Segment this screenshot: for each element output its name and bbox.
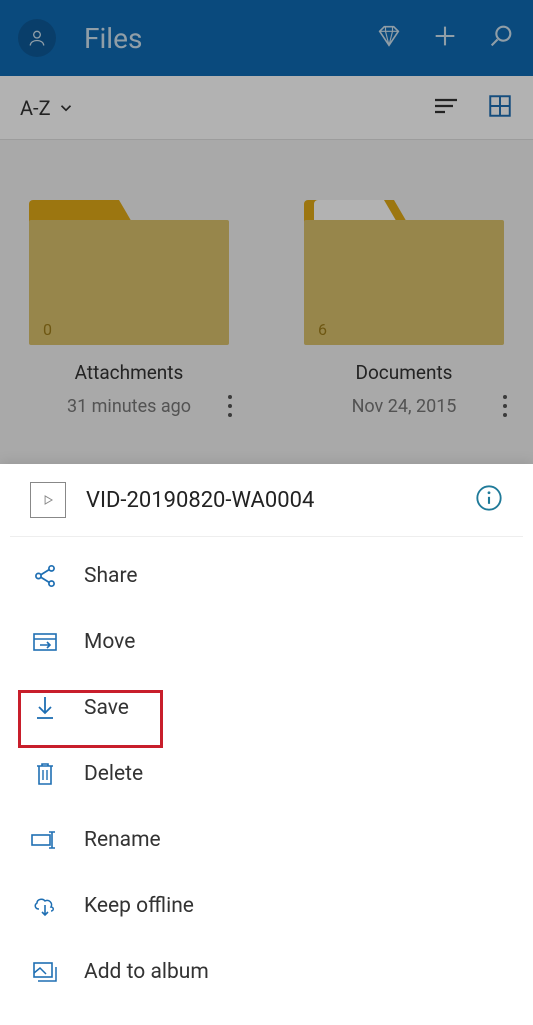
info-icon <box>475 484 503 512</box>
sheet-title: VID-20190820-WA0004 <box>86 488 475 513</box>
share-label: Share <box>84 564 138 588</box>
add-to-album-action[interactable]: Add to album <box>0 939 533 1005</box>
move-label: Move <box>84 630 135 654</box>
delete-action[interactable]: Delete <box>0 741 533 807</box>
play-icon <box>41 493 55 507</box>
share-action[interactable]: Share <box>0 543 533 609</box>
move-icon <box>32 631 58 653</box>
share-icon <box>32 563 58 589</box>
download-icon <box>34 695 56 721</box>
info-button[interactable] <box>475 484 503 516</box>
save-label: Save <box>84 696 129 720</box>
keep-offline-label: Keep offline <box>84 894 194 918</box>
rename-icon <box>30 829 60 851</box>
rename-label: Rename <box>84 828 161 852</box>
save-action[interactable]: Save <box>0 675 533 741</box>
trash-icon <box>34 761 56 787</box>
keep-offline-action[interactable]: Keep offline <box>0 873 533 939</box>
sheet-menu: Share Move Save <box>0 537 533 1005</box>
sheet-header: VID-20190820-WA0004 <box>10 482 523 537</box>
delete-label: Delete <box>84 762 143 786</box>
add-to-album-label: Add to album <box>84 960 209 984</box>
rename-action[interactable]: Rename <box>0 807 533 873</box>
album-icon <box>32 961 58 983</box>
action-sheet: VID-20190820-WA0004 Share <box>0 464 533 1025</box>
cloud-download-icon <box>31 894 59 918</box>
move-action[interactable]: Move <box>0 609 533 675</box>
video-file-icon <box>30 482 66 518</box>
